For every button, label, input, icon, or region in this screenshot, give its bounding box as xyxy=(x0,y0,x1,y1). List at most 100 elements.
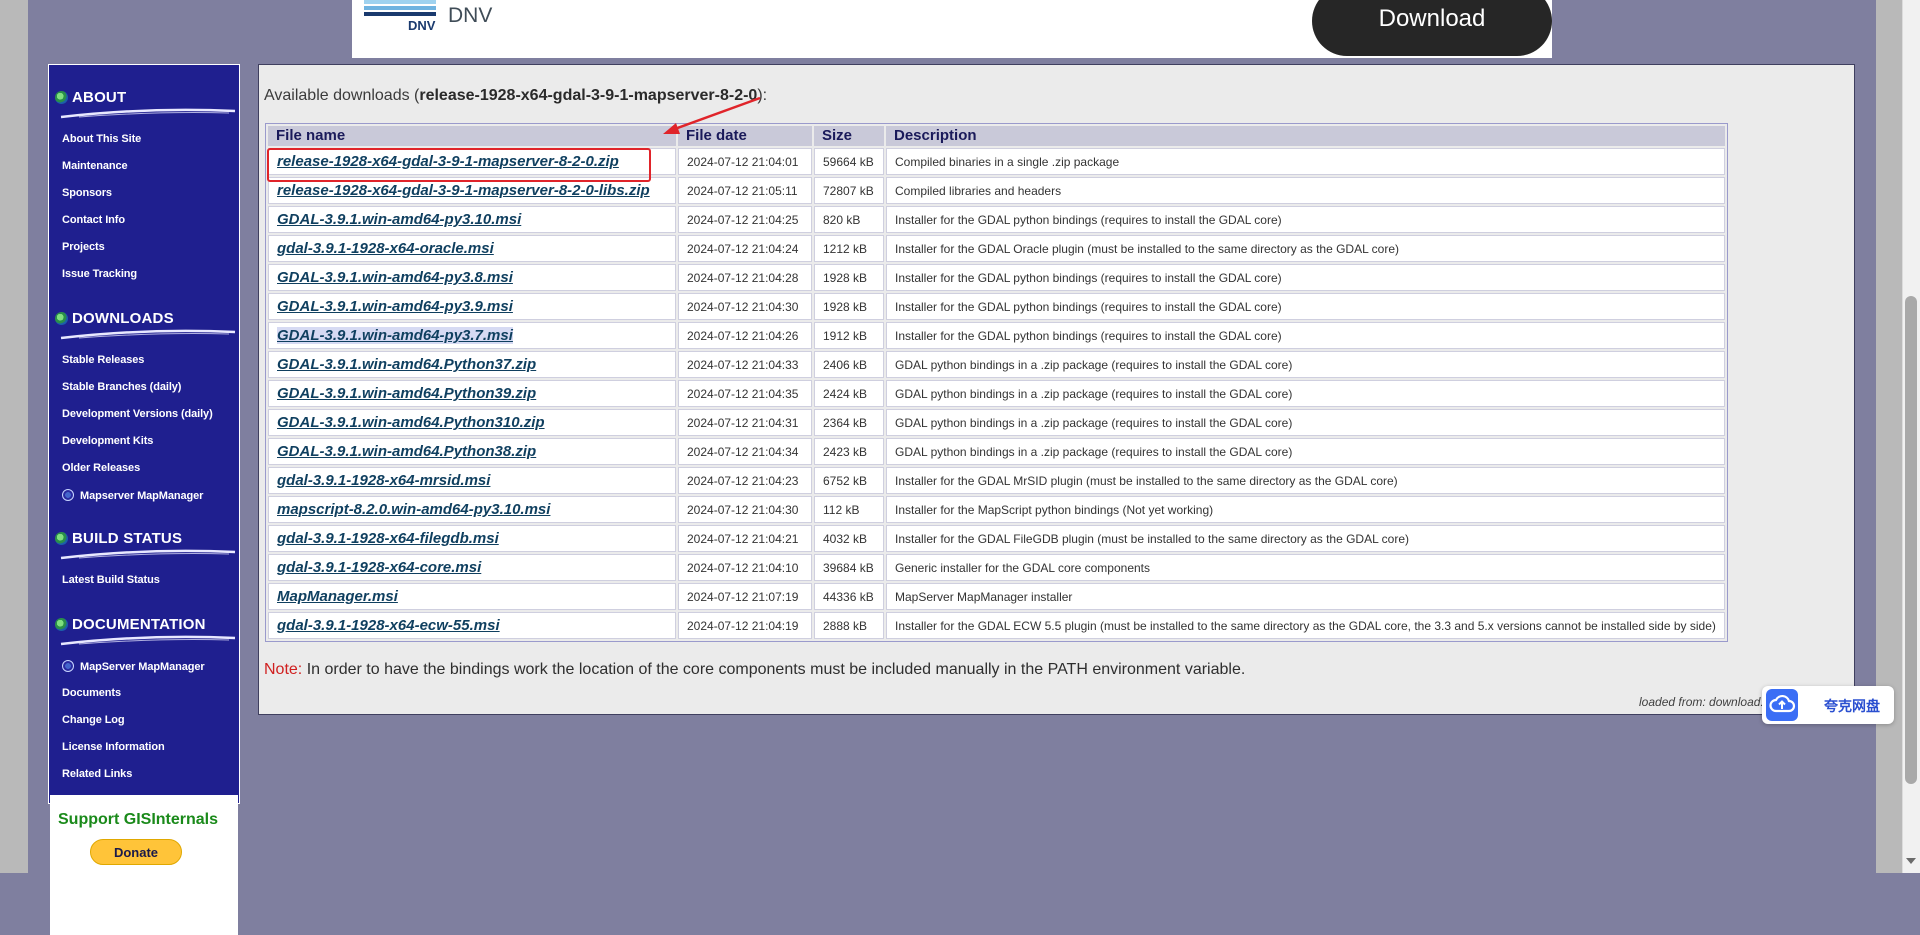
ad-banner[interactable]: DNV DNV Download xyxy=(352,0,1552,58)
sidebar-link[interactable]: Older Releases xyxy=(62,462,140,474)
file-date-cell: 2024-07-12 21:04:19 xyxy=(678,612,812,639)
file-date-cell: 2024-07-12 21:04:23 xyxy=(678,467,812,494)
sidebar-link[interactable]: Stable Releases xyxy=(62,354,144,366)
col-description[interactable]: Description xyxy=(886,126,1725,146)
file-download-link[interactable]: gdal-3.9.1-1928-x64-filegdb.msi xyxy=(277,530,499,547)
sidebar-link[interactable]: Mapserver MapManager xyxy=(62,489,203,502)
file-download-link[interactable]: gdal-3.9.1-1928-x64-mrsid.msi xyxy=(277,472,490,489)
file-size-cell: 2423 kB xyxy=(814,438,884,465)
file-name-cell: GDAL-3.9.1.win-amd64.Python38.zip xyxy=(268,438,676,465)
file-description-cell: Installer for the GDAL python bindings (… xyxy=(886,264,1725,291)
sidebar-link[interactable]: Latest Build Status xyxy=(62,574,160,586)
file-download-link[interactable]: GDAL-3.9.1.win-amd64.Python38.zip xyxy=(277,443,536,460)
file-size-cell: 1928 kB xyxy=(814,293,884,320)
file-date-cell: 2024-07-12 21:07:19 xyxy=(678,583,812,610)
dnv-logo: DNV xyxy=(364,0,436,34)
file-size-cell: 2406 kB xyxy=(814,351,884,378)
sidebar-link[interactable]: Projects xyxy=(62,241,105,253)
table-row: release-1928-x64-gdal-3-9-1-mapserver-8-… xyxy=(268,148,1725,175)
sidebar-link[interactable]: Stable Branches (daily) xyxy=(62,381,181,393)
table-row: release-1928-x64-gdal-3-9-1-mapserver-8-… xyxy=(268,177,1725,204)
file-download-link[interactable]: release-1928-x64-gdal-3-9-1-mapserver-8-… xyxy=(277,182,650,199)
file-download-link[interactable]: gdal-3.9.1-1928-x64-oracle.msi xyxy=(277,240,494,257)
scroll-down-arrow-icon[interactable] xyxy=(1906,858,1916,864)
sidebar-link[interactable]: Sponsors xyxy=(62,187,112,199)
ad-brand-name: DNV xyxy=(448,4,493,27)
quark-cloud-widget[interactable]: 夸克网盘 xyxy=(1762,686,1894,724)
table-header-row: File name File date Size Description xyxy=(268,126,1725,146)
sidebar-link[interactable]: Issue Tracking xyxy=(62,268,137,280)
file-download-link[interactable]: GDAL-3.9.1.win-amd64-py3.7.msi xyxy=(277,327,513,344)
bindings-note: Note: In order to have the bindings work… xyxy=(264,661,1245,679)
sidebar-nav: ABOUT About This Site Maintenance Sponsors C… xyxy=(48,64,240,935)
file-download-link[interactable]: GDAL-3.9.1.win-amd64.Python310.zip xyxy=(277,414,545,431)
globe-icon xyxy=(62,489,74,501)
file-name-cell: GDAL-3.9.1.win-amd64.Python37.zip xyxy=(268,351,676,378)
file-size-cell: 2364 kB xyxy=(814,409,884,436)
file-date-cell: 2024-07-12 21:04:10 xyxy=(678,554,812,581)
swoosh-divider-icon xyxy=(60,108,236,119)
file-name-cell: gdal-3.9.1-1928-x64-core.msi xyxy=(268,554,676,581)
file-description-cell: GDAL python bindings in a .zip package (… xyxy=(886,438,1725,465)
file-name-cell: GDAL-3.9.1.win-amd64-py3.8.msi xyxy=(268,264,676,291)
file-description-cell: Installer for the GDAL FileGDB plugin (m… xyxy=(886,525,1725,552)
file-name-cell: gdal-3.9.1-1928-x64-mrsid.msi xyxy=(268,467,676,494)
file-download-link[interactable]: gdal-3.9.1-1928-x64-core.msi xyxy=(277,559,481,576)
support-box: Support GISInternals Donate xyxy=(50,795,238,935)
col-file-date[interactable]: File date xyxy=(678,126,812,146)
scrollbar-thumb[interactable] xyxy=(1905,296,1917,784)
file-download-link[interactable]: GDAL-3.9.1.win-amd64-py3.8.msi xyxy=(277,269,513,286)
file-download-link[interactable]: MapManager.msi xyxy=(277,588,398,605)
table-row: GDAL-3.9.1.win-amd64-py3.9.msi 2024-07-12… xyxy=(268,293,1725,320)
file-date-cell: 2024-07-12 21:04:34 xyxy=(678,438,812,465)
file-description-cell: Installer for the GDAL python bindings (… xyxy=(886,322,1725,349)
sidebar-link[interactable]: Documents xyxy=(62,687,121,699)
table-row: gdal-3.9.1-1928-x64-core.msi 2024-07-12 2… xyxy=(268,554,1725,581)
ad-download-button[interactable]: Download xyxy=(1312,0,1552,56)
file-size-cell: 6752 kB xyxy=(814,467,884,494)
file-download-link[interactable]: GDAL-3.9.1.win-amd64.Python37.zip xyxy=(277,356,536,373)
support-title: Support GISInternals xyxy=(58,811,219,828)
file-name-cell: GDAL-3.9.1.win-amd64.Python310.zip xyxy=(268,409,676,436)
sidebar-link[interactable]: Contact Info xyxy=(62,214,125,226)
sidebar-link[interactable]: Change Log xyxy=(62,714,125,726)
file-name-cell: GDAL-3.9.1.win-amd64-py3.7.msi xyxy=(268,322,676,349)
file-name-cell: gdal-3.9.1-1928-x64-oracle.msi xyxy=(268,235,676,262)
file-description-cell: GDAL python bindings in a .zip package (… xyxy=(886,351,1725,378)
sidebar-link[interactable]: Development Kits xyxy=(62,435,153,447)
col-size[interactable]: Size xyxy=(814,126,884,146)
col-file-name[interactable]: File name xyxy=(268,126,676,146)
sidebar-link[interactable]: Development Versions (daily) xyxy=(62,408,213,420)
file-download-link[interactable]: mapscript-8.2.0.win-amd64-py3.10.msi xyxy=(277,501,550,518)
file-size-cell: 112 kB xyxy=(814,496,884,523)
sidebar-link[interactable]: MapServer MapManager xyxy=(62,660,205,673)
table-row: GDAL-3.9.1.win-amd64.Python39.zip 2024-07… xyxy=(268,380,1725,407)
file-description-cell: Generic installer for the GDAL core comp… xyxy=(886,554,1725,581)
table-row: GDAL-3.9.1.win-amd64-py3.10.msi 2024-07-1… xyxy=(268,206,1725,233)
available-downloads-heading: Available downloads (release-1928-x64-gd… xyxy=(264,87,768,104)
file-download-link[interactable]: gdal-3.9.1-1928-x64-ecw-55.msi xyxy=(277,617,500,634)
sidebar-link[interactable]: License Information xyxy=(62,741,165,753)
file-name-cell: MapManager.msi xyxy=(268,583,676,610)
file-name-cell: mapscript-8.2.0.win-amd64-py3.10.msi xyxy=(268,496,676,523)
file-size-cell: 2888 kB xyxy=(814,612,884,639)
sidebar-link[interactable]: About This Site xyxy=(62,133,141,145)
donate-button[interactable]: Donate xyxy=(90,839,182,865)
cloud-upload-icon xyxy=(1766,689,1798,721)
file-name-cell: gdal-3.9.1-1928-x64-filegdb.msi xyxy=(268,525,676,552)
file-description-cell: Installer for the GDAL MrSID plugin (mus… xyxy=(886,467,1725,494)
file-download-link[interactable]: GDAL-3.9.1.win-amd64-py3.9.msi xyxy=(277,298,513,315)
table-row: gdal-3.9.1-1928-x64-oracle.msi 2024-07-12… xyxy=(268,235,1725,262)
file-description-cell: Compiled libraries and headers xyxy=(886,177,1725,204)
file-download-link[interactable]: GDAL-3.9.1.win-amd64-py3.10.msi xyxy=(277,211,521,228)
swoosh-divider-icon xyxy=(60,549,236,560)
file-download-link[interactable]: release-1928-x64-gdal-3-9-1-mapserver-8-… xyxy=(277,153,619,170)
file-size-cell: 1928 kB xyxy=(814,264,884,291)
globe-icon xyxy=(55,90,68,104)
sidebar-link[interactable]: Related Links xyxy=(62,768,132,780)
file-date-cell: 2024-07-12 21:04:30 xyxy=(678,496,812,523)
file-download-link[interactable]: GDAL-3.9.1.win-amd64.Python39.zip xyxy=(277,385,536,402)
sidebar-link[interactable]: Maintenance xyxy=(62,160,128,172)
file-size-cell: 2424 kB xyxy=(814,380,884,407)
file-date-cell: 2024-07-12 21:04:26 xyxy=(678,322,812,349)
